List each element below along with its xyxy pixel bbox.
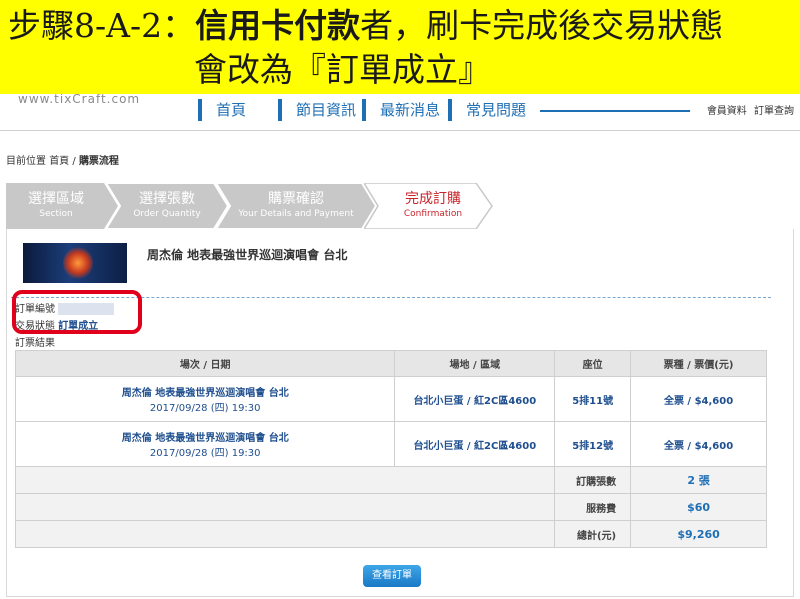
step-sub: Order Quantity: [133, 209, 201, 219]
summary-value: 2 張: [630, 466, 767, 494]
nav-bottom-border: [0, 130, 800, 131]
summary-value: $60: [630, 493, 767, 521]
step-label: 購票確認: [268, 191, 324, 207]
view-order-button[interactable]: 查看訂單: [363, 565, 421, 587]
order-query-link[interactable]: 訂單查詢: [754, 106, 794, 117]
summary-spacer: [14, 493, 555, 521]
event-title: 周杰倫 地表最強世界巡迴演唱會 台北: [147, 248, 348, 262]
col-seat: 座位: [554, 350, 632, 377]
step-order-quantity: 選擇張數 Order Quantity: [106, 183, 228, 229]
summary-spacer: [14, 466, 555, 494]
banner-line1-rest: 者，刷卡完成後交易狀態: [360, 6, 724, 45]
summary-row-quantity: 訂購張數 2 張: [14, 466, 767, 494]
site-navigation: www.tixCraft.com 首頁 節目資訊 最新消息 常見問題 會員資料 …: [0, 94, 800, 130]
event-name: 周杰倫 地表最強世界巡迴演唱會 台北: [121, 388, 289, 399]
cell-venue: 台北小巨蛋 / 紅2C區4600: [394, 376, 556, 422]
order-result-label: 訂票結果: [15, 338, 55, 349]
instruction-banner: 步驟8-A-2：信用卡付款者，刷卡完成後交易狀態 會改為『訂單成立』: [0, 0, 800, 94]
summary-row-service-fee: 服務費 $60: [14, 493, 767, 521]
event-date: 2017/09/28 (四) 19:30: [149, 403, 261, 414]
nav-programs[interactable]: 節目資訊: [278, 99, 356, 121]
table-row: 周杰倫 地表最強世界巡迴演唱會 台北 2017/09/28 (四) 19:30 台…: [14, 421, 767, 467]
step-sub: Your Details and Payment: [238, 209, 354, 219]
cell-price: 全票 / $4,600: [630, 421, 767, 467]
nav-home[interactable]: 首頁: [198, 99, 246, 121]
cell-seat: 5排11號: [554, 376, 632, 422]
member-info-link[interactable]: 會員資料: [707, 106, 747, 117]
step-label: 選擇區域: [28, 191, 84, 207]
nav-divider-line: [540, 110, 690, 112]
breadcrumb-home[interactable]: 首頁: [49, 156, 69, 167]
summary-label: 訂購張數: [554, 466, 632, 494]
cell-event: 周杰倫 地表最強世界巡迴演唱會 台北 2017/09/28 (四) 19:30: [14, 376, 396, 422]
breadcrumb-prefix: 目前位置: [6, 156, 46, 167]
summary-label: 總計(元): [554, 520, 632, 548]
banner-step: 步驟8-A-2：: [8, 6, 196, 45]
cell-venue: 台北小巨蛋 / 紅2C區4600: [394, 421, 556, 467]
summary-row-total: 總計(元) $9,260: [14, 520, 767, 548]
summary-label: 服務費: [554, 493, 632, 521]
col-event-date: 場次 / 日期: [14, 350, 396, 377]
purchase-steps: 選擇區域 Section 選擇張數 Order Quantity 購票確認 Yo…: [6, 183, 496, 229]
banner-line-1: 步驟8-A-2：信用卡付款者，刷卡完成後交易狀態: [8, 6, 723, 46]
summary-value: $9,260: [630, 520, 767, 548]
col-venue-area: 場地 / 區域: [394, 350, 556, 377]
step-label: 選擇張數: [139, 191, 195, 207]
banner-bold-text: 信用卡付款: [195, 6, 361, 45]
breadcrumb-current: 購票流程: [78, 156, 119, 167]
status-highlight-box: [12, 290, 142, 334]
table-row: 周杰倫 地表最強世界巡迴演唱會 台北 2017/09/28 (四) 19:30 台…: [14, 376, 767, 422]
breadcrumb: 目前位置 首頁 / 購票流程: [6, 152, 119, 167]
nav-faq[interactable]: 常見問題: [448, 99, 526, 121]
event-image-glow: [63, 247, 93, 279]
event-banner-image: [23, 243, 127, 283]
cell-seat: 5排12號: [554, 421, 632, 467]
step-select-section: 選擇區域 Section: [6, 183, 118, 229]
order-table: 場次 / 日期 場地 / 區域 座位 票種 / 票價(元) 周杰倫 地表最強世界…: [14, 350, 767, 548]
site-logo[interactable]: www.tixCraft.com: [18, 94, 140, 108]
nav-news[interactable]: 最新消息: [362, 99, 440, 121]
col-ticket-price: 票種 / 票價(元): [630, 350, 767, 377]
step-confirmation: 完成訂購 Confirmation: [364, 183, 494, 229]
order-result-panel: 周杰倫 地表最強世界巡迴演唱會 台北 訂單編號 交易狀態 訂單成立 訂票結果 場…: [6, 229, 794, 597]
cell-event: 周杰倫 地表最強世界巡迴演唱會 台北 2017/09/28 (四) 19:30: [14, 421, 396, 467]
banner-line-2: 會改為『訂單成立』: [194, 50, 491, 89]
step-details-payment: 購票確認 Your Details and Payment: [216, 183, 376, 229]
summary-spacer: [14, 520, 555, 548]
cell-price: 全票 / $4,600: [630, 376, 767, 422]
step-sub: Section: [39, 209, 73, 219]
step-label: 完成訂購: [405, 191, 461, 207]
event-date: 2017/09/28 (四) 19:30: [149, 448, 261, 459]
event-name: 周杰倫 地表最強世界巡迴演唱會 台北: [121, 433, 289, 444]
table-header-row: 場次 / 日期 場地 / 區域 座位 票種 / 票價(元): [14, 350, 767, 377]
user-links: 會員資料 訂單查詢: [703, 102, 794, 117]
step-sub: Confirmation: [403, 209, 463, 219]
breadcrumb-separator: /: [72, 156, 76, 167]
